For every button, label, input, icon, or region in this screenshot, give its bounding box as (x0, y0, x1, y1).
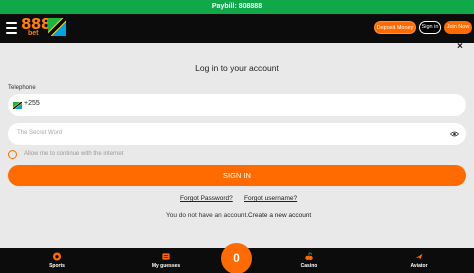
remember-checkbox[interactable] (8, 150, 17, 159)
create-account-link[interactable]: Create a new account (248, 212, 311, 219)
eye-icon[interactable] (450, 131, 459, 137)
nav-my-guesses[interactable]: My guesses (144, 248, 188, 273)
aviator-icon (415, 253, 423, 260)
forgot-username-link[interactable]: Forgot username? (244, 195, 297, 202)
no-account-text: You do not have an account. (166, 212, 249, 219)
country-code: +255 (24, 100, 40, 107)
menu-icon[interactable] (6, 22, 17, 34)
sports-icon (52, 252, 62, 261)
betslip-count-button[interactable]: 0 (221, 243, 252, 273)
password-input[interactable]: The Secret Word (8, 123, 466, 145)
header-sign-in-button[interactable]: Sign in (419, 21, 441, 34)
telephone-label: Telephone (8, 85, 36, 91)
nav-sports-label: Sports (49, 263, 65, 269)
nav-my-guesses-label: My guesses (151, 263, 181, 269)
sign-in-button[interactable]: SIGN IN (8, 165, 466, 186)
my-guesses-icon (162, 253, 170, 260)
login-title: Log in to your account (195, 63, 279, 73)
nav-casino[interactable]: Casino (292, 248, 326, 273)
logo-sub: bet (28, 30, 39, 37)
nav-casino-label: Casino (300, 263, 318, 269)
nav-aviator-label: Aviator (410, 263, 428, 269)
join-now-button[interactable]: Join Now (444, 21, 472, 34)
paybill-banner: Paybill: 808888 (0, 0, 474, 14)
deposit-money-button[interactable]: Deposit Money (374, 21, 416, 34)
tanzania-flag-icon (48, 18, 66, 36)
nav-aviator[interactable]: Aviator (402, 248, 436, 273)
tanzania-flag-icon (13, 102, 22, 109)
password-placeholder: The Secret Word (17, 130, 63, 136)
nav-sports[interactable]: Sports (40, 248, 74, 273)
remember-label: Allow me to continue with the internet (24, 151, 124, 157)
casino-icon (305, 252, 313, 261)
forgot-password-link[interactable]: Forgot Password? (180, 195, 233, 202)
telephone-input[interactable]: +255 (8, 94, 466, 116)
close-icon[interactable]: × (457, 41, 463, 52)
